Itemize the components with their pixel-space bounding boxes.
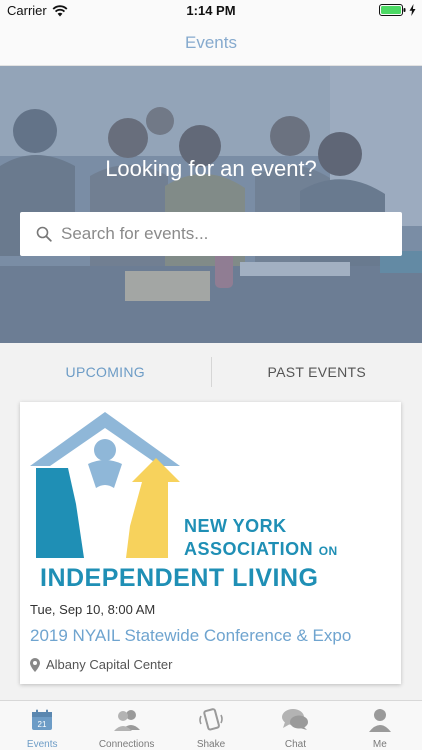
- navigation-bar: Events: [0, 22, 422, 66]
- status-right: [379, 4, 416, 16]
- phone-shake-icon: [199, 708, 223, 731]
- search-box[interactable]: [20, 212, 402, 256]
- tabbar-item-events[interactable]: 21 Events: [0, 701, 84, 750]
- tabbar-label-shake: Shake: [196, 739, 226, 750]
- event-date: Tue, Sep 10, 8:00 AM: [30, 602, 156, 617]
- hero-overlay: [0, 66, 422, 343]
- search-icon: [36, 226, 52, 242]
- tabbar-item-shake[interactable]: Shake: [169, 701, 253, 750]
- event-title[interactable]: 2019 NYAIL Statewide Conference & Expo: [30, 626, 351, 646]
- location-pin-icon: [30, 657, 40, 672]
- page-title: Events: [185, 33, 237, 52]
- tabbar-label-me: Me: [372, 739, 387, 750]
- event-venue-label: Albany Capital Center: [46, 657, 173, 672]
- tabbar-label-connections: Connections: [98, 739, 155, 750]
- status-bar: Carrier 1:14 PM: [0, 0, 422, 22]
- battery-icon: [379, 4, 406, 16]
- tab-upcoming[interactable]: UPCOMING: [0, 343, 211, 401]
- calendar-icon: 21: [32, 709, 53, 730]
- logo-line-2-suffix: ON: [318, 544, 338, 558]
- hero-heading: Looking for an event?: [105, 156, 317, 181]
- logo-line-2: ASSOCIATION ON: [184, 539, 338, 560]
- tabbar-item-chat[interactable]: Chat: [253, 701, 337, 750]
- hero-banner: Looking for an event?: [0, 66, 422, 343]
- tabbar-label-events: Events: [26, 739, 58, 750]
- event-logo: NEW YORK ASSOCIATION ON INDEPENDENT LIVI…: [30, 408, 370, 593]
- event-card[interactable]: NEW YORK ASSOCIATION ON INDEPENDENT LIVI…: [20, 402, 401, 684]
- charging-bolt-icon: [409, 4, 416, 16]
- status-time: 1:14 PM: [186, 3, 236, 18]
- event-venue: Albany Capital Center: [30, 657, 172, 672]
- logo-line-3: INDEPENDENT LIVING: [40, 564, 319, 592]
- tabbar-item-connections[interactable]: Connections: [84, 701, 168, 750]
- logo-line-1: NEW YORK: [184, 516, 287, 536]
- events-screen: Carrier 1:14 PM Events Looking for an ev…: [0, 0, 422, 750]
- event-tabs: UPCOMING PAST EVENTS: [0, 343, 422, 401]
- tabbar-label-chat: Chat: [284, 739, 306, 750]
- chat-bubbles-icon: [282, 709, 309, 730]
- calendar-day: 21: [38, 720, 47, 729]
- search-input[interactable]: [61, 224, 381, 244]
- tabbar-item-me[interactable]: Me: [338, 701, 422, 750]
- people-icon: [113, 710, 140, 731]
- person-icon: [368, 709, 391, 732]
- bottom-tab-bar: 21 Events Connections Shake Chat Me: [0, 700, 422, 750]
- tab-past-events[interactable]: PAST EVENTS: [212, 343, 422, 401]
- logo-line-2-text: ASSOCIATION: [184, 539, 314, 559]
